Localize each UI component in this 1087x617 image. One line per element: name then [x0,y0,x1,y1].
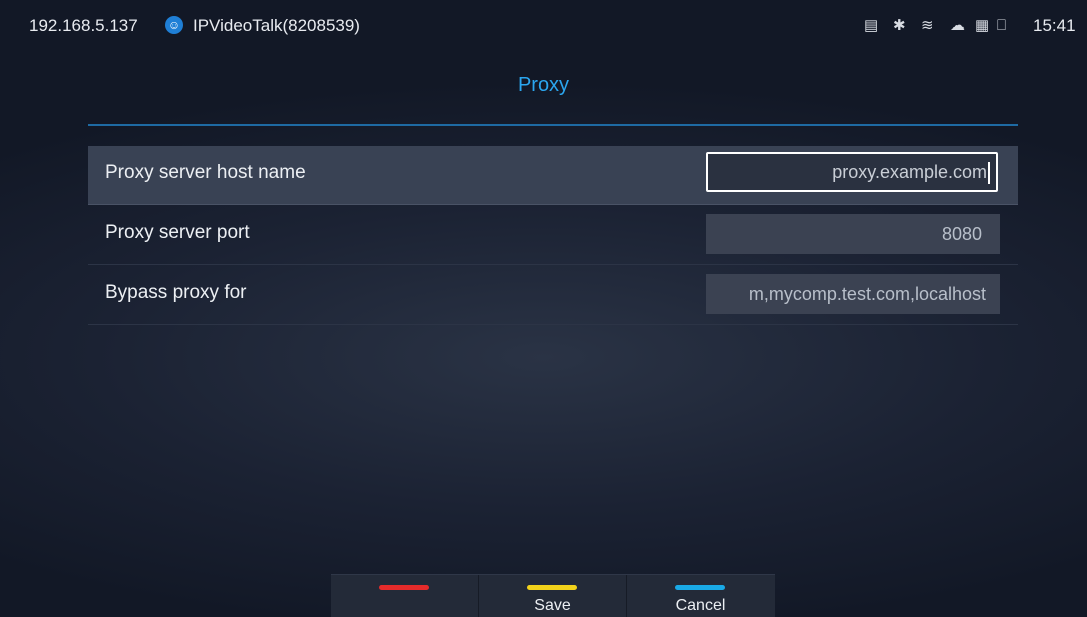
wifi-off-icon: ≋ [921,17,934,34]
text-caret [988,162,990,185]
status-icons: ▤ ✱ ≋ ☁ ▦ ⎕ [864,17,1034,37]
ethernet-icon: ⎕ [997,17,1007,34]
bypass-proxy-input[interactable]: m,mycomp.test.com,localhost [706,274,1000,314]
title-divider [88,124,1018,126]
screen-icon: ▤ [864,17,879,34]
setting-row-proxy-host[interactable]: Proxy server host name proxy.example.com [88,146,1018,205]
setting-label: Proxy server port [105,222,250,243]
setting-row-bypass-proxy[interactable]: Bypass proxy for m,mycomp.test.com,local… [88,266,1018,325]
sd-card-icon: ▦ [975,17,990,34]
page-title: Proxy [517,74,570,96]
blue-key-indicator [675,585,725,590]
proxy-port-input[interactable]: 8080 [706,214,1000,254]
cancel-button[interactable]: Cancel [627,575,774,617]
setting-label: Proxy server host name [105,162,306,183]
red-key-indicator [379,585,429,590]
account-icon: ☺ [165,16,183,34]
red-softkey[interactable] [331,575,479,617]
ip-address: 192.168.5.137 [29,16,138,35]
cloud-icon: ☁ [950,17,965,34]
setting-row-proxy-port[interactable]: Proxy server port 8080 [88,206,1018,265]
setting-label: Bypass proxy for [105,282,247,303]
softkey-label: Save [534,597,571,614]
save-button[interactable]: Save [479,575,627,617]
bluetooth-icon: ✱ [893,17,906,34]
softkey-label: Cancel [675,597,726,614]
clock: 15:41 [1033,16,1076,35]
yellow-key-indicator [527,585,577,590]
status-bar: 192.168.5.137 ☺ IPVideoTalk(8208539) ▤ ✱… [0,0,1087,52]
account-name: IPVideoTalk(8208539) [193,16,360,35]
softkey-bar: Save Cancel [331,574,775,617]
proxy-host-input[interactable]: proxy.example.com [706,152,998,192]
